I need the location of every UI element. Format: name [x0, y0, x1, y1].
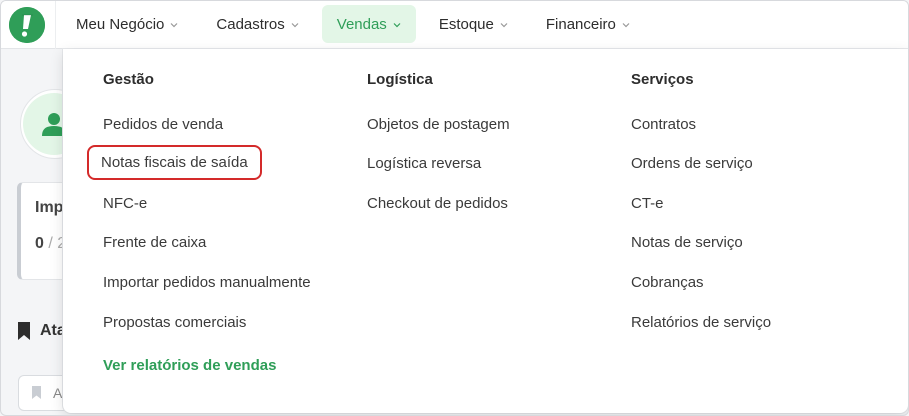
menu-item-nfc-e[interactable]: NFC-e [103, 195, 147, 212]
menu-item-logistica-reversa[interactable]: Logística reversa [367, 155, 481, 172]
menu-item-notas-de-servico[interactable]: Notas de serviço [631, 234, 743, 251]
sales-reports-link[interactable]: Ver relatórios de vendas [103, 357, 276, 374]
menu-item-frente-de-caixa[interactable]: Frente de caixa [103, 234, 206, 251]
nav-divider [55, 1, 56, 49]
chevron-down-icon [393, 23, 401, 28]
menu-column-title: Serviços [631, 71, 694, 88]
chevron-down-icon [170, 23, 178, 28]
menu-item-objetos-de-postagem[interactable]: Objetos de postagem [367, 116, 510, 133]
brand-logo-icon[interactable] [9, 7, 45, 43]
menu-item-checkout-de-pedidos[interactable]: Checkout de pedidos [367, 195, 508, 212]
main-nav: Meu Negócio Cadastros Vendas Estoque Fin… [61, 5, 653, 43]
nav-item-label: Meu Negócio [76, 15, 165, 33]
menu-item-contratos[interactable]: Contratos [631, 116, 696, 133]
nav-item-label: Vendas [336, 15, 387, 33]
nav-item-estoque[interactable]: Estoque [424, 5, 523, 43]
stats-card-value: 0 / 2 [35, 235, 67, 252]
menu-column-title: Gestão [103, 71, 154, 88]
vendas-dropdown-menu: Gestão Pedidos de venda Notas fiscais de… [63, 49, 908, 413]
shortcut-input-placeholder: A [53, 385, 63, 401]
menu-column-title: Logística [367, 71, 433, 88]
menu-item-notas-fiscais-de-saida[interactable]: Notas fiscais de saída [87, 145, 262, 180]
menu-item-propostas-comerciais[interactable]: Propostas comerciais [103, 314, 246, 331]
menu-item-relatorios-de-servico[interactable]: Relatórios de serviço [631, 314, 771, 331]
menu-item-pedidos-de-venda[interactable]: Pedidos de venda [103, 116, 223, 133]
nav-item-financeiro[interactable]: Financeiro [531, 5, 645, 43]
bookmark-icon [32, 386, 41, 399]
nav-item-vendas[interactable]: Vendas [321, 5, 416, 43]
chevron-down-icon [500, 23, 508, 28]
chevron-down-icon [291, 23, 299, 28]
top-navigation-bar: Meu Negócio Cadastros Vendas Estoque Fin… [1, 1, 908, 49]
menu-item-ordens-de-servico[interactable]: Ordens de serviço [631, 155, 753, 172]
nav-item-meu-negocio[interactable]: Meu Negócio [61, 5, 193, 43]
stats-card-title: Imp [35, 199, 64, 216]
chevron-down-icon [622, 23, 630, 28]
menu-item-cobrancas[interactable]: Cobranças [631, 274, 704, 291]
nav-item-label: Estoque [438, 15, 494, 33]
menu-item-ct-e[interactable]: CT-e [631, 195, 664, 212]
menu-item-importar-pedidos[interactable]: Importar pedidos manualmente [103, 274, 311, 291]
app-window: Imp 0 / 2 Ata A Meu Negócio Cadastros Ve… [0, 0, 909, 416]
nav-item-label: Financeiro [545, 15, 616, 33]
bookmark-icon [18, 322, 30, 340]
nav-item-cadastros[interactable]: Cadastros [201, 5, 313, 43]
shortcuts-title: Ata [40, 322, 66, 339]
nav-item-label: Cadastros [216, 15, 285, 33]
